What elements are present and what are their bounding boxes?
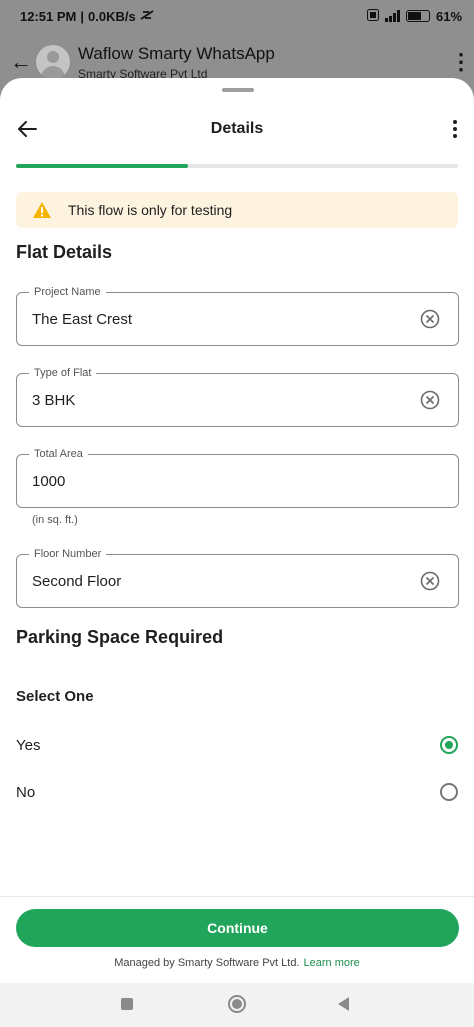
- chat-menu-icon[interactable]: ⋮: [450, 51, 472, 73]
- project-name-value: The East Crest: [32, 311, 133, 328]
- radio-option-yes[interactable]: Yes: [16, 734, 458, 758]
- radio-option-no[interactable]: No: [16, 781, 458, 805]
- clear-icon[interactable]: [420, 309, 440, 329]
- total-area-value: 1000: [32, 473, 66, 490]
- battery-percent: 61%: [435, 8, 462, 24]
- footer-divider: [0, 896, 474, 897]
- testing-banner: This flow is only for testing: [16, 192, 458, 228]
- status-right: 61%: [366, 8, 462, 24]
- section-title-flat-details: Flat Details: [16, 242, 113, 262]
- managed-by-text: Managed by Smarty Software Pvt Ltd.: [114, 957, 300, 969]
- clear-icon[interactable]: [420, 571, 440, 591]
- chat-titles[interactable]: Waflow Smarty WhatsApp Smarty Software P…: [78, 44, 275, 81]
- managed-by-footer: Managed by Smarty Software Pvt Ltd. Learn…: [0, 957, 474, 969]
- type-of-flat-label: Type of Flat: [29, 366, 97, 380]
- project-name-field[interactable]: Project Name The East Crest: [16, 285, 459, 346]
- radio-label-no: No: [16, 784, 36, 801]
- status-left: 12:51 PM | 0.0KB/s: [20, 9, 154, 24]
- section-title-parking: Parking Space Required: [16, 627, 224, 647]
- signal-icon: [384, 10, 400, 22]
- volte-icon: [366, 8, 379, 24]
- radio-label-yes: Yes: [16, 737, 41, 754]
- status-time: 12:51 PM: [20, 8, 77, 24]
- floor-number-value: Second Floor: [32, 573, 122, 590]
- kebab-menu-icon[interactable]: [452, 120, 458, 140]
- network-speed: 0.0KB/s: [88, 8, 136, 24]
- battery-value: 61: [435, 8, 451, 24]
- system-nav-bar: [0, 983, 474, 1027]
- total-area-label: Total Area: [29, 447, 88, 461]
- page-title: Details: [210, 120, 264, 137]
- battery-icon: [405, 10, 430, 22]
- progress-bar: [16, 164, 458, 168]
- progress-fill: [16, 164, 189, 168]
- radio-button-yes[interactable]: [440, 736, 458, 754]
- flow-sheet: Details This flow is only for testing Fl…: [0, 78, 474, 983]
- data-saver-icon: [140, 9, 154, 24]
- continue-button[interactable]: Continue: [16, 909, 459, 947]
- learn-more-link[interactable]: Learn more: [304, 957, 360, 969]
- status-bar: 12:51 PM | 0.0KB/s 61%: [0, 0, 474, 32]
- chat-title: Waflow Smarty WhatsApp: [78, 43, 275, 63]
- chat-back-icon[interactable]: ←: [10, 49, 32, 75]
- status-separator: |: [80, 8, 85, 24]
- nav-back-icon[interactable]: [338, 997, 349, 1011]
- project-name-label: Project Name: [29, 285, 106, 299]
- warning-icon: [32, 201, 52, 219]
- drag-handle[interactable]: [222, 88, 254, 92]
- home-icon[interactable]: [228, 995, 246, 1013]
- banner-text: This flow is only for testing: [68, 202, 233, 218]
- floor-number-label: Floor Number: [29, 547, 107, 561]
- radio-button-no[interactable]: [440, 783, 458, 801]
- type-of-flat-field[interactable]: Type of Flat 3 BHK: [16, 366, 459, 427]
- floor-number-field[interactable]: Floor Number Second Floor: [16, 547, 459, 608]
- clear-icon[interactable]: [420, 390, 440, 410]
- total-area-field[interactable]: Total Area 1000: [16, 447, 459, 508]
- type-of-flat-value: 3 BHK: [32, 392, 76, 409]
- avatar[interactable]: [36, 45, 70, 79]
- recent-apps-icon[interactable]: [121, 998, 133, 1010]
- total-area-helper: (in sq. ft.): [32, 514, 78, 526]
- select-one-label: Select One: [16, 688, 94, 705]
- sheet-topbar: Details: [0, 116, 474, 142]
